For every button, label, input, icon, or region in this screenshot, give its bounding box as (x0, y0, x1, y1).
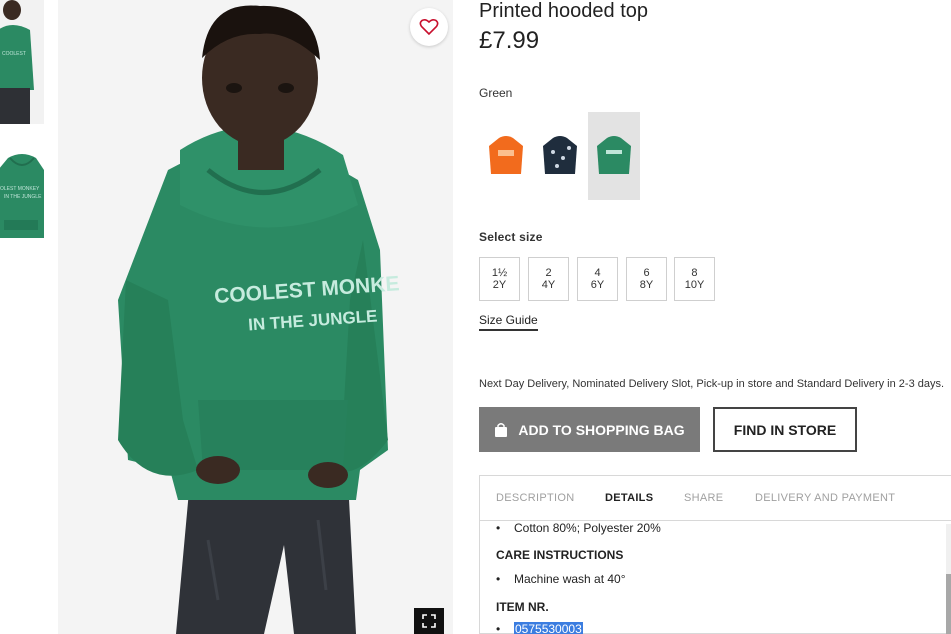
item-number-heading: ITEM NR. (496, 600, 549, 614)
tab-delivery-and-payment[interactable]: DELIVERY AND PAYMENT (755, 492, 895, 504)
product-info-panel: Printed hooded top £7.99 Green Select si… (479, 0, 951, 634)
tab-share[interactable]: SHARE (684, 492, 723, 504)
expand-icon (422, 614, 436, 628)
composition-item: Cotton 80%; Polyester 20% (496, 521, 661, 535)
size-option-line1: 2 (545, 267, 552, 279)
product-thumbnail-front[interactable]: COOLEST (0, 0, 44, 124)
orange-hoodie-icon (489, 136, 523, 174)
favourite-button[interactable] (410, 8, 448, 46)
size-option-line2: 2Y (492, 279, 507, 291)
green-hoodie-icon (597, 136, 631, 174)
navy-print-hoodie-icon (543, 136, 577, 174)
size-option-8y[interactable]: 6 8Y (626, 257, 667, 301)
color-swatch-orange[interactable] (480, 112, 532, 200)
product-price: £7.99 (479, 27, 540, 54)
shopping-bag-icon (495, 422, 508, 437)
hoodie-flat-thumbnail-image: OLEST MONKEY IN THE JUNGLE (0, 154, 44, 238)
main-product-image[interactable]: COOLEST MONKE IN THE JUNGLE (58, 0, 453, 634)
item-number-value[interactable]: 0575530003 (514, 622, 583, 634)
care-instruction-item: Machine wash at 40° (496, 572, 626, 586)
size-option-line2: 6Y (590, 279, 605, 291)
add-to-shopping-bag-button[interactable]: ADD TO SHOPPING BAG (479, 407, 700, 452)
size-option-4y[interactable]: 2 4Y (528, 257, 569, 301)
tab-description[interactable]: DESCRIPTION (496, 492, 574, 504)
heart-icon (419, 18, 439, 36)
product-title: Printed hooded top (479, 0, 649, 22)
select-size-label: Select size (479, 230, 543, 244)
child-model-photo: COOLEST MONKE IN THE JUNGLE (58, 0, 453, 634)
size-option-line1: 1½ (491, 267, 508, 279)
size-guide-link[interactable]: Size Guide (479, 313, 538, 331)
color-swatch-navy[interactable] (534, 112, 586, 200)
fullscreen-button[interactable] (414, 608, 444, 634)
color-swatch-green-selected[interactable] (588, 112, 640, 200)
size-option-line1: 4 (594, 267, 601, 279)
add-to-shopping-bag-label: ADD TO SHOPPING BAG (518, 421, 685, 438)
size-option-2y[interactable]: 1½ 2Y (479, 257, 520, 301)
details-scrollbar-thumb[interactable] (946, 574, 951, 634)
product-thumbnail-flat[interactable]: OLEST MONKEY IN THE JUNGLE (0, 150, 44, 246)
delivery-info-text: Next Day Delivery, Nominated Delivery Sl… (479, 378, 945, 390)
size-option-line2: 10Y (684, 279, 705, 291)
item-number-row: 0575530003 (496, 622, 583, 634)
selected-color-name: Green (479, 86, 513, 100)
care-instructions-heading: CARE INSTRUCTIONS (496, 548, 624, 562)
child-model-thumbnail-image: COOLEST (0, 0, 44, 124)
thumb-print-text: COOLEST (2, 51, 26, 57)
size-option-line2: 4Y (541, 279, 556, 291)
size-option-10y[interactable]: 8 10Y (674, 257, 715, 301)
product-details-tabs: DESCRIPTION DETAILS SHARE DELIVERY AND P… (479, 475, 951, 634)
thumb-flat-print-line2: IN THE JUNGLE (4, 194, 42, 200)
find-in-store-button[interactable]: FIND IN STORE (713, 407, 857, 452)
size-option-6y[interactable]: 4 6Y (577, 257, 618, 301)
thumb-flat-print-line1: OLEST MONKEY (0, 186, 40, 192)
size-option-line1: 6 (643, 267, 650, 279)
tab-details[interactable]: DETAILS (605, 492, 653, 504)
size-option-line1: 8 (691, 267, 698, 279)
size-option-line2: 8Y (639, 279, 654, 291)
